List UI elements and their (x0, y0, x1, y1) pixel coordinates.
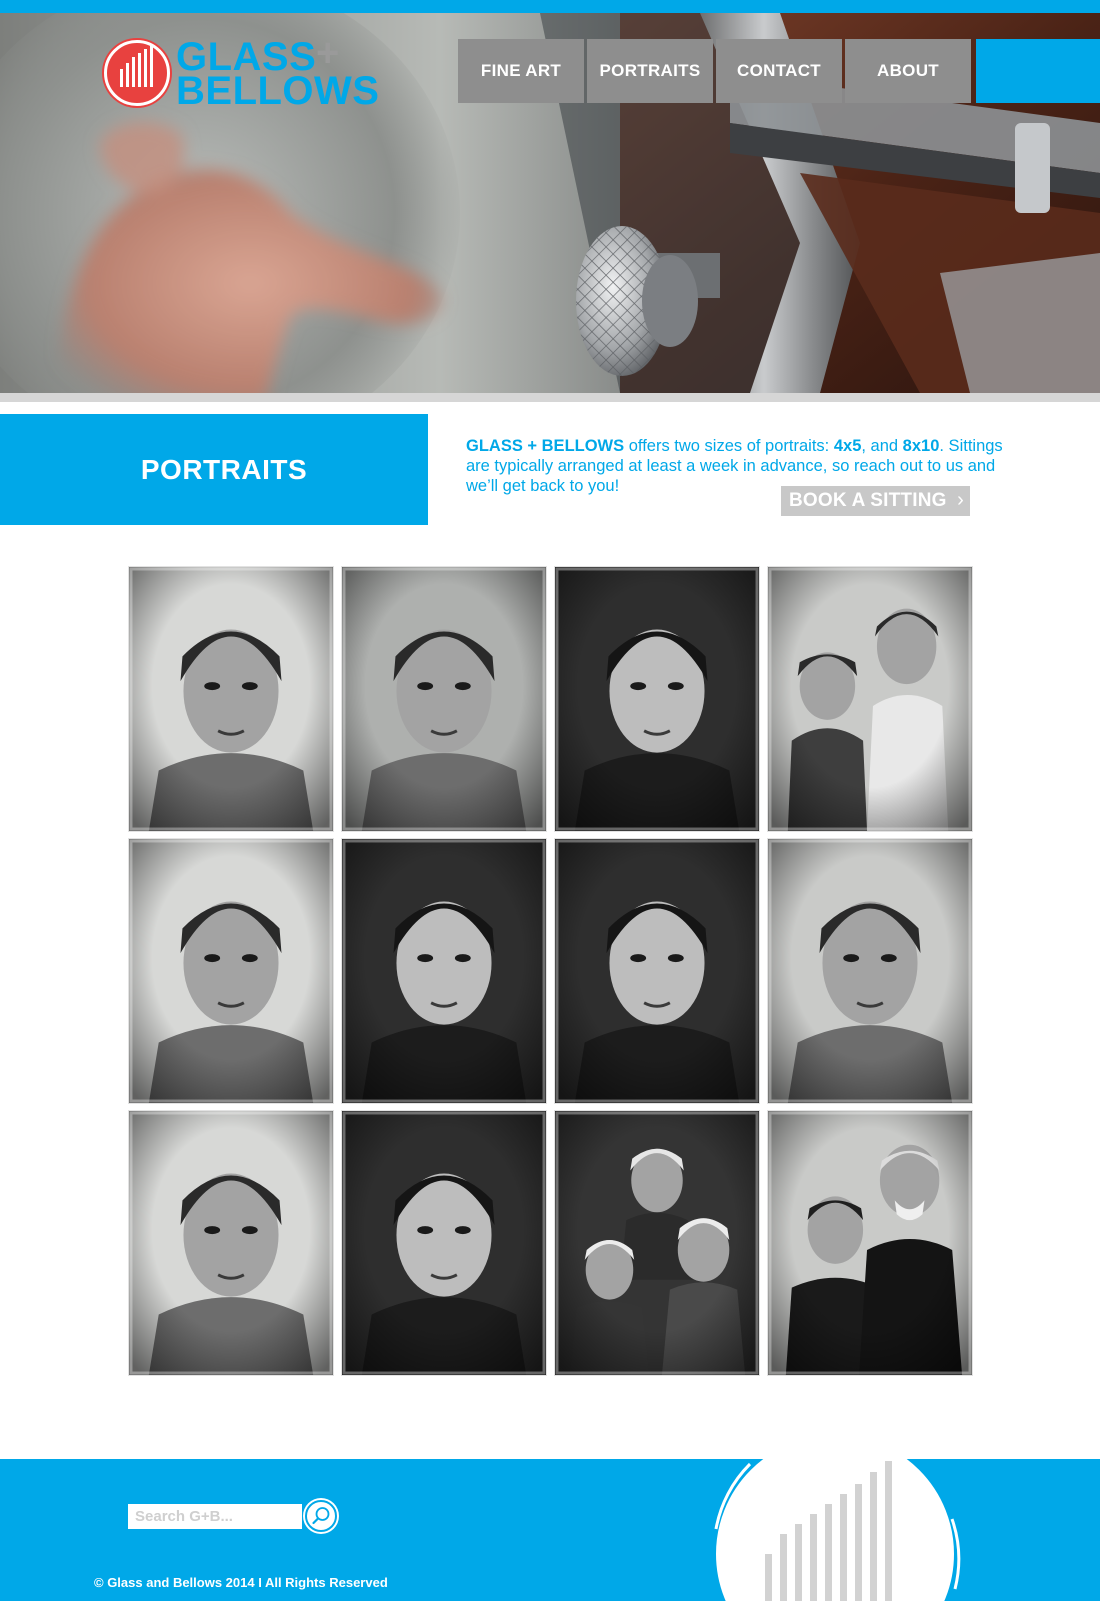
portrait-freckled-child[interactable] (767, 838, 973, 1104)
portrait-bearded-man[interactable] (554, 838, 760, 1104)
section-header: PORTRAITS (0, 414, 428, 525)
top-accent-strip (0, 0, 1100, 13)
portrait-couple[interactable] (767, 1110, 973, 1376)
search-icon (312, 1507, 330, 1525)
portrait-woman-blonde-bangs[interactable] (341, 566, 547, 832)
nav-item-about[interactable]: ABOUT (845, 39, 971, 103)
chevron-right-icon: › (957, 489, 964, 511)
hero-bottom-rule (0, 393, 1100, 402)
logo-word-bellows: BELLOWS (176, 69, 380, 113)
portrait-older-woman-polka-dot[interactable] (341, 838, 547, 1104)
copyright-text: © Glass and Bellows 2014 I All Rights Re… (94, 1575, 388, 1590)
portrait-image (555, 567, 759, 831)
nav-item-contact[interactable]: CONTACT (716, 39, 842, 103)
portrait-woman-short-hair[interactable] (128, 566, 334, 832)
portrait-image (342, 839, 546, 1103)
portrait-image (129, 567, 333, 831)
nav-item-portraits[interactable]: PORTRAITS (587, 39, 713, 103)
page-title: PORTRAITS (140, 453, 308, 485)
portrait-two-children[interactable] (767, 566, 973, 832)
intro-brand: GLASS + BELLOWS (466, 437, 625, 455)
intro-part2: , and (861, 437, 903, 455)
search-input[interactable] (128, 1504, 302, 1529)
portrait-man-glasses[interactable] (554, 566, 760, 832)
portrait-image (555, 1111, 759, 1375)
search-button[interactable] (305, 1500, 337, 1532)
portrait-man-shaved-head-goatee[interactable] (128, 838, 334, 1104)
portrait-image (555, 839, 759, 1103)
portrait-image (768, 567, 972, 831)
portrait-image (342, 1111, 546, 1375)
footer-emblem-icon (710, 1459, 961, 1601)
hero-hand-illustration (58, 122, 442, 393)
portrait-image (768, 1111, 972, 1375)
book-sitting-button[interactable]: BOOK A SITTING › (781, 486, 970, 516)
size-8x10: 8x10 (902, 437, 940, 455)
nav-item-fine-art[interactable]: FINE ART (458, 39, 584, 103)
main-nav: FINE ART PORTRAITS CONTACT ABOUT (458, 39, 974, 103)
portrait-image (129, 1111, 333, 1375)
portrait-image (129, 839, 333, 1103)
site-footer: © Glass and Bellows 2014 I All Rights Re… (0, 1459, 1100, 1601)
book-sitting-label: BOOK A SITTING (789, 490, 947, 511)
intro-part1: offers two sizes of portraits: (624, 437, 834, 455)
size-4x5: 4x5 (833, 437, 862, 455)
nav-accent-block (976, 39, 1100, 103)
portrait-three-boys[interactable] (554, 1110, 760, 1376)
portrait-bald-man-beard[interactable] (341, 1110, 547, 1376)
portrait-image (342, 567, 546, 831)
portrait-image (768, 839, 972, 1103)
logo-emblem-icon (104, 40, 170, 106)
site-logo[interactable]: GLASS + BELLOWS (104, 33, 379, 111)
logo-plus: + (316, 31, 340, 75)
portrait-young-man-earring[interactable] (128, 1110, 334, 1376)
